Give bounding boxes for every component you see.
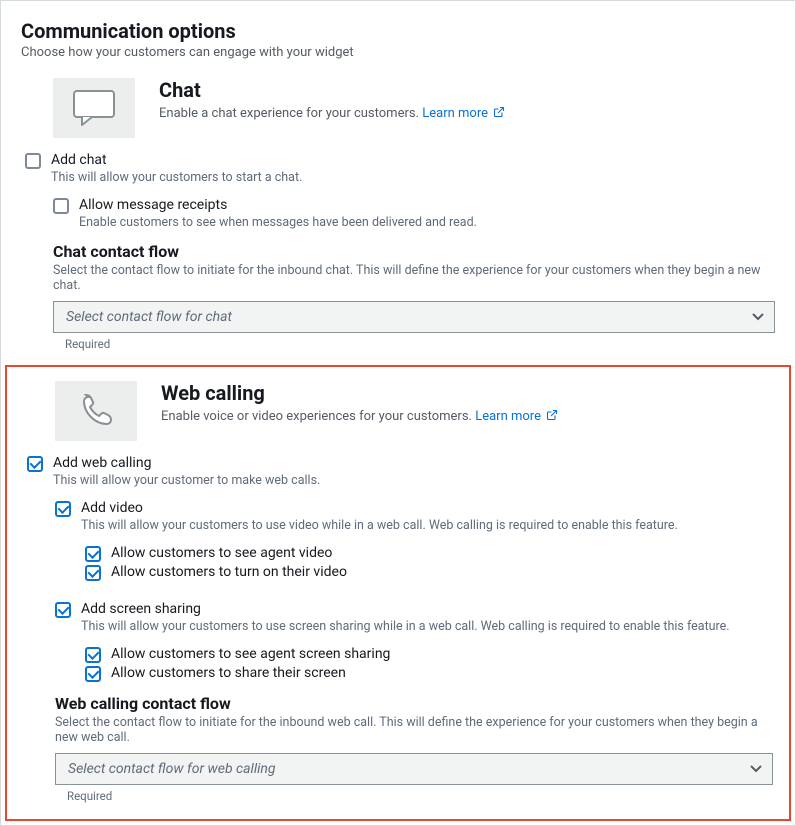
chat-flow-section: Chat contact flow Select the contact flo… xyxy=(53,242,775,351)
web-flow-section: Web calling contact flow Select the cont… xyxy=(55,694,773,803)
screen-opt2-row: Allow customers to share their screen xyxy=(85,665,773,682)
phone-icon xyxy=(55,381,137,441)
screen-opt2-label: Allow customers to share their screen xyxy=(111,665,346,681)
add-chat-row: Add chat This will allow your customers … xyxy=(25,152,775,185)
chat-flow-select[interactable]: Select contact flow for chat xyxy=(53,301,775,333)
video-opt2-label: Allow customers to turn on their video xyxy=(111,564,347,580)
chat-desc: Enable a chat experience for your custom… xyxy=(159,106,419,121)
add-screen-label: Add screen sharing xyxy=(81,601,730,617)
add-video-label: Add video xyxy=(81,500,678,516)
web-calling-learn-more-link[interactable]: Learn more xyxy=(475,409,558,424)
web-flow-title: Web calling contact flow xyxy=(55,694,773,713)
message-receipts-row: Allow message receipts Enable customers … xyxy=(53,197,775,230)
web-flow-sub: Select the contact flow to initiate for … xyxy=(55,715,773,745)
web-calling-desc: Enable voice or video experiences for yo… xyxy=(161,409,472,424)
video-opt1-row: Allow customers to see agent video xyxy=(85,545,773,562)
web-calling-title: Web calling xyxy=(161,381,558,405)
add-screen-sub: This will allow your customers to use sc… xyxy=(81,619,730,634)
communication-options-panel: Communication options Choose how your cu… xyxy=(0,0,796,826)
video-opt2-row: Allow customers to turn on their video xyxy=(85,564,773,581)
video-opt1-label: Allow customers to see agent video xyxy=(111,545,332,561)
message-receipts-label: Allow message receipts xyxy=(79,197,477,213)
page-title: Communication options xyxy=(21,19,775,43)
chat-section-header: Chat Enable a chat experience for your c… xyxy=(53,78,775,138)
chat-icon xyxy=(53,78,135,138)
chat-flow-required: Required xyxy=(65,337,775,351)
add-video-row: Add video This will allow your customers… xyxy=(55,500,773,533)
add-video-sub: This will allow your customers to use vi… xyxy=(81,518,678,533)
page-subtitle: Choose how your customers can engage wit… xyxy=(21,45,775,60)
add-web-calling-row: Add web calling This will allow your cus… xyxy=(27,455,773,488)
video-agent-checkbox[interactable] xyxy=(85,546,101,562)
add-web-calling-label: Add web calling xyxy=(53,455,320,471)
add-chat-label: Add chat xyxy=(51,152,302,168)
web-flow-placeholder: Select contact flow for web calling xyxy=(68,761,276,777)
add-web-calling-sub: This will allow your customer to make we… xyxy=(53,473,320,488)
web-flow-select[interactable]: Select contact flow for web calling xyxy=(55,753,773,785)
add-chat-sub: This will allow your customers to start … xyxy=(51,170,302,185)
add-web-calling-checkbox[interactable] xyxy=(27,456,43,472)
chat-flow-title: Chat contact flow xyxy=(53,242,775,261)
screen-opt1-row: Allow customers to see agent screen shar… xyxy=(85,646,773,663)
caret-down-icon xyxy=(752,313,764,321)
add-chat-checkbox[interactable] xyxy=(25,153,41,169)
chat-title: Chat xyxy=(159,78,505,102)
web-calling-section-header: Web calling Enable voice or video experi… xyxy=(55,381,773,441)
add-video-checkbox[interactable] xyxy=(55,501,71,517)
message-receipts-sub: Enable customers to see when messages ha… xyxy=(79,215,477,230)
video-customer-checkbox[interactable] xyxy=(85,565,101,581)
chat-flow-sub: Select the contact flow to initiate for … xyxy=(53,263,775,293)
web-flow-required: Required xyxy=(67,789,773,803)
screen-opt1-label: Allow customers to see agent screen shar… xyxy=(111,646,390,662)
add-screen-row: Add screen sharing This will allow your … xyxy=(55,601,773,634)
caret-down-icon xyxy=(750,765,762,773)
add-screen-checkbox[interactable] xyxy=(55,602,71,618)
chat-learn-more-link[interactable]: Learn more xyxy=(422,106,505,121)
web-calling-highlight: Web calling Enable voice or video experi… xyxy=(5,365,791,821)
chat-flow-placeholder: Select contact flow for chat xyxy=(66,309,232,325)
screen-agent-checkbox[interactable] xyxy=(85,647,101,663)
screen-customer-checkbox[interactable] xyxy=(85,666,101,682)
message-receipts-checkbox[interactable] xyxy=(53,198,69,214)
